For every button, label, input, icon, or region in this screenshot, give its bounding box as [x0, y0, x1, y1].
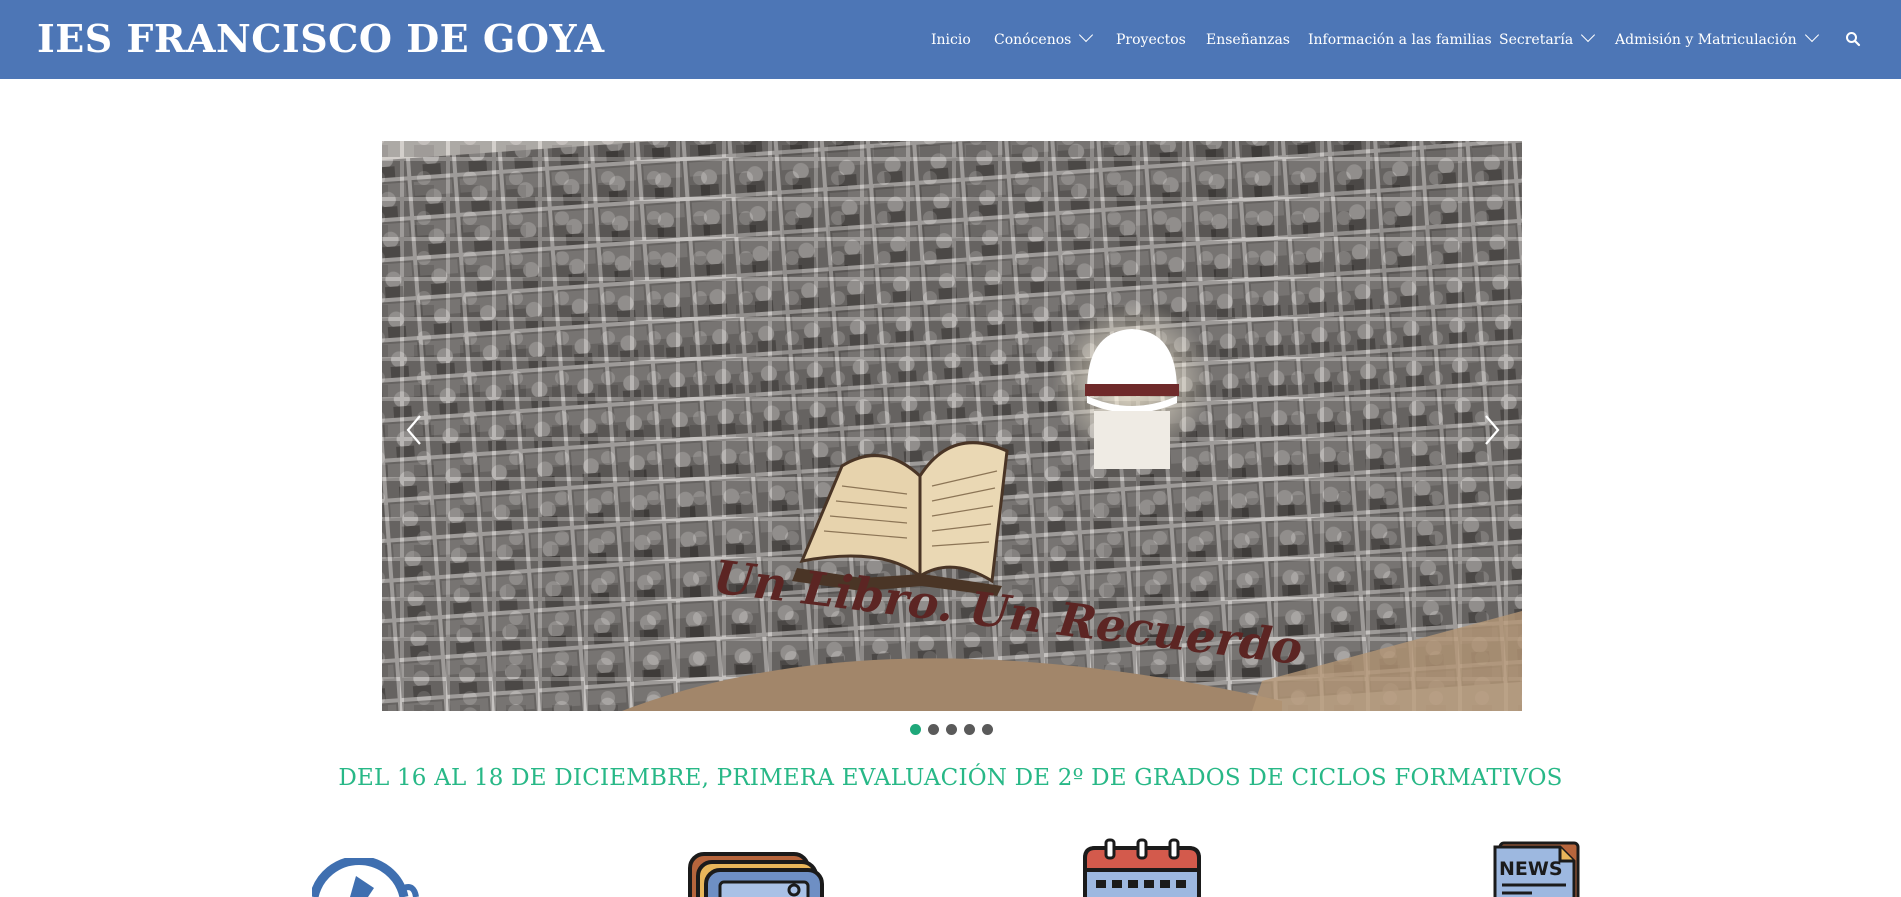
news-icon: NEWS	[1493, 841, 1580, 897]
calendar-icon	[1083, 838, 1201, 897]
nav-item-label: Información a las familias	[1308, 32, 1492, 48]
announcement-banner[interactable]: DEL 16 AL 18 DE DICIEMBRE, PRIMERA EVALU…	[0, 765, 1901, 791]
nav-item-label: Proyectos	[1116, 32, 1186, 48]
chevron-right-icon	[1485, 415, 1500, 445]
nav-item-proyectos[interactable]: Proyectos	[1116, 29, 1186, 51]
site-header: IES FRANCISCO DE GOYA Inicio Conócenos P…	[0, 0, 1901, 79]
slider-dot-2[interactable]	[928, 724, 939, 735]
news-icon-label: NEWS	[1499, 858, 1563, 880]
image-slider[interactable]: Un Libro. Un Recuerdo Un Libro. Un Recue…	[382, 141, 1522, 711]
nav-item-informacion-familias[interactable]: Información a las familias	[1308, 29, 1492, 51]
nav-item-label: Secretaría	[1499, 32, 1574, 48]
search-button[interactable]	[1845, 31, 1861, 47]
nav-item-admision-matriculacion[interactable]: Admisión y Matriculación	[1615, 27, 1819, 51]
feature-link-news[interactable]: NEWS	[1492, 841, 1582, 897]
nav-item-label: Admisión y Matriculación	[1615, 32, 1797, 48]
tablet-screen-icon	[688, 852, 824, 897]
search-icon	[1846, 32, 1861, 47]
chevron-down-icon	[1079, 27, 1094, 43]
feature-link-tablet[interactable]	[688, 850, 824, 897]
nav-item-ensenanzas[interactable]: Enseñanzas	[1206, 29, 1290, 51]
nav-item-conocenos[interactable]: Conócenos	[994, 27, 1094, 51]
feature-link-calendar[interactable]	[1082, 838, 1202, 897]
nav-item-label: Conócenos	[994, 32, 1072, 48]
feature-link-music[interactable]	[309, 856, 422, 897]
nav-item-label: Enseñanzas	[1206, 32, 1290, 48]
slider-dot-1[interactable]	[910, 724, 921, 735]
nav-item-secretaria[interactable]: Secretaría	[1499, 27, 1596, 51]
chevron-down-icon	[1804, 27, 1819, 43]
slider-dot-5[interactable]	[982, 724, 993, 735]
music-note-icon	[309, 856, 419, 897]
slider-dot-3[interactable]	[946, 724, 957, 735]
nav-item-inicio[interactable]: Inicio	[931, 29, 971, 51]
slider-prev-button[interactable]	[402, 410, 426, 450]
chevron-down-icon	[1581, 27, 1596, 43]
chevron-left-icon	[406, 415, 421, 445]
site-logo[interactable]: IES FRANCISCO DE GOYA	[37, 14, 605, 64]
slider-dot-4[interactable]	[964, 724, 975, 735]
nav-item-label: Inicio	[931, 32, 971, 48]
slider-next-button[interactable]	[1480, 410, 1504, 450]
